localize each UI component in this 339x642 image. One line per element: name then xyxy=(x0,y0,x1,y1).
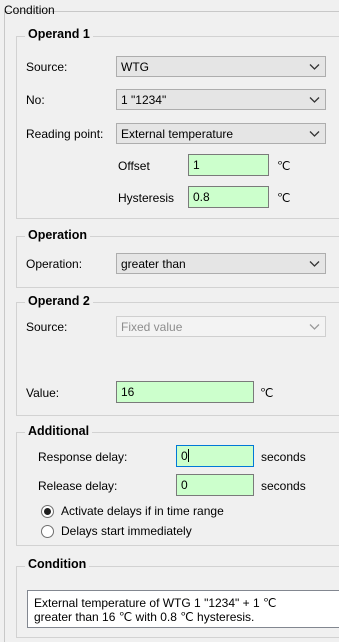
operation-value: greater than xyxy=(121,257,186,271)
response-delay-input[interactable]: 0 xyxy=(176,445,254,467)
radio-immediate[interactable] xyxy=(41,525,54,538)
offset-unit: ℃ xyxy=(277,159,291,173)
source-value: WTG xyxy=(121,60,149,74)
value-input[interactable]: 16 xyxy=(116,381,254,403)
reading-point-select[interactable]: External temperature xyxy=(116,123,326,144)
source-label: Source: xyxy=(26,60,68,74)
response-delay-label: Response delay: xyxy=(38,450,128,464)
radio-time-range[interactable] xyxy=(41,505,54,518)
window-title: Condition xyxy=(4,3,55,17)
no-select[interactable]: 1 "1234" xyxy=(116,89,326,110)
response-delay-value: 0 xyxy=(181,449,188,463)
hysteresis-input[interactable]: 0.8 xyxy=(188,186,269,208)
operand1-title: Operand 1 xyxy=(25,27,93,41)
radio-time-range-label[interactable]: Activate delays if in time range xyxy=(61,504,224,518)
offset-input[interactable]: 1 xyxy=(188,154,269,176)
offset-label: Offset xyxy=(118,159,150,173)
condition-title: Condition xyxy=(25,557,90,571)
release-delay-label: Release delay: xyxy=(38,479,118,493)
operation-select[interactable]: greater than xyxy=(116,253,326,274)
value-label: Value: xyxy=(26,386,60,400)
reading-point-label: Reading point: xyxy=(26,127,104,141)
additional-title: Additional xyxy=(25,424,93,438)
text-caret xyxy=(187,449,189,462)
no-label: No: xyxy=(26,93,45,107)
condition-text-line1: External temperature of WTG 1 "1234" + 1… xyxy=(34,596,277,610)
release-delay-input[interactable]: 0 xyxy=(176,474,254,496)
radio-immediate-label[interactable]: Delays start immediately xyxy=(61,524,192,538)
operand2-title: Operand 2 xyxy=(25,294,93,308)
source2-value: Fixed value xyxy=(121,320,183,334)
reading-point-value: External temperature xyxy=(121,127,234,141)
source2-select: Fixed value xyxy=(116,316,326,337)
hysteresis-label: Hysteresis xyxy=(118,191,175,205)
chevron-down-icon xyxy=(309,64,320,70)
operation-label: Operation: xyxy=(26,257,83,271)
no-value: 1 "1234" xyxy=(121,93,167,107)
chevron-down-icon xyxy=(309,324,320,330)
source-select[interactable]: WTG xyxy=(116,56,326,77)
operation-title: Operation xyxy=(25,228,91,242)
chevron-down-icon xyxy=(309,261,320,267)
value-unit: ℃ xyxy=(260,386,274,400)
chevron-down-icon xyxy=(309,131,320,137)
condition-text-line2: greater than 16 ℃ with 0.8 ℃ hysteresis. xyxy=(34,610,255,624)
release-seconds-label: seconds xyxy=(261,479,306,493)
source2-label: Source: xyxy=(26,320,68,334)
condition-text: External temperature of WTG 1 "1234" + 1… xyxy=(27,590,339,628)
chevron-down-icon xyxy=(309,97,320,103)
response-seconds-label: seconds xyxy=(261,450,306,464)
hysteresis-unit: ℃ xyxy=(277,191,291,205)
